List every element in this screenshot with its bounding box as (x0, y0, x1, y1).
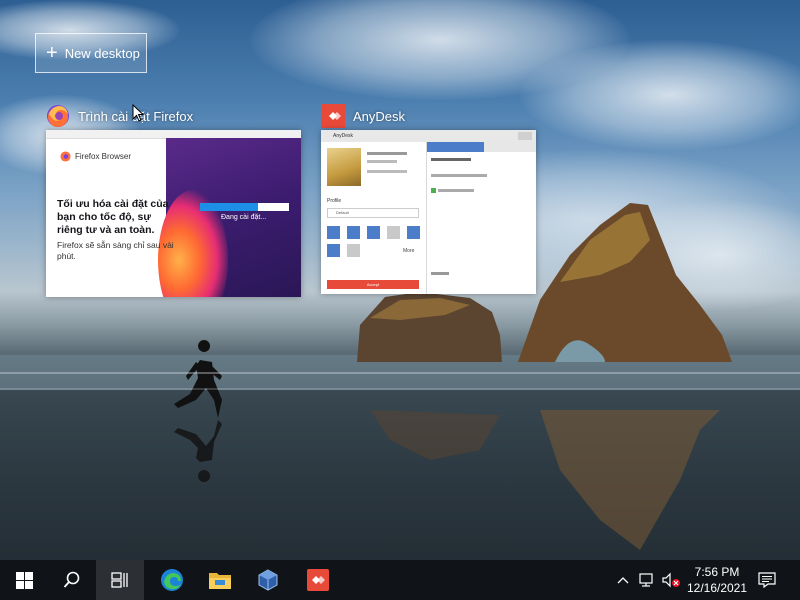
close-icon (518, 132, 532, 140)
taskbar-anydesk[interactable] (294, 560, 342, 600)
network-icon (639, 573, 653, 587)
window-thumbnail-firefox[interactable]: Firefox Browser Tối ưu hóa cài đặt của b… (46, 130, 301, 297)
install-progress-bar (200, 203, 289, 211)
window-card-title: AnyDesk (321, 102, 405, 130)
permission-privacy-icon (347, 244, 360, 257)
search-icon (63, 571, 80, 588)
thumbnail-window-title: AnyDesk (333, 133, 354, 139)
profile-label: Profile (327, 198, 342, 204)
placeholder-text (431, 174, 487, 177)
start-button[interactable] (0, 560, 48, 600)
volume-muted-icon (662, 572, 680, 588)
permission-keyboard-icon (347, 226, 360, 239)
notification-icon (758, 572, 776, 588)
window-thumbnail-anydesk[interactable]: AnyDesk Profile Default More Accept (321, 130, 536, 294)
placeholder-text (367, 152, 407, 155)
clock-time: 7:56 PM (694, 565, 740, 579)
placeholder-text (431, 272, 449, 275)
anydesk-right-pane (427, 142, 536, 294)
wave-line (0, 388, 800, 390)
task-view-button[interactable] (96, 560, 144, 600)
firefox-brand-label: Firefox Browser (75, 152, 132, 161)
check-icon (431, 188, 436, 193)
more-label: More (403, 248, 415, 254)
firefox-brand: Firefox Browser (60, 151, 131, 162)
placeholder-text (438, 189, 474, 192)
taskbar-edge[interactable] (148, 560, 196, 600)
action-center-button[interactable] (754, 560, 780, 600)
windows-logo-icon (15, 571, 33, 589)
task-view-icon (111, 572, 128, 588)
clock-date: 12/16/2021 (686, 581, 748, 595)
window-title-anydesk: AnyDesk (353, 108, 406, 124)
taskbar: 7:56 PM 12/16/2021 (0, 560, 800, 600)
installer-heading: Tối ưu hóa cài đặt của bạn cho tốc độ, s… (57, 198, 169, 236)
edge-icon (161, 569, 183, 591)
permission-file-icon (407, 226, 420, 239)
placeholder-text (367, 170, 407, 173)
accept-button: Accept (327, 280, 419, 289)
taskbar-virtualbox[interactable] (244, 560, 292, 600)
install-progress-label: Đang cài đặt... (221, 214, 267, 221)
install-progress-fill (200, 203, 258, 211)
placeholder-text (367, 160, 397, 163)
profile-select: Default (327, 208, 419, 218)
remote-avatar-image (327, 148, 361, 186)
window-card-title: Trình cài đặt Firefox (46, 102, 193, 130)
tray-show-hidden[interactable] (614, 560, 632, 600)
virtualbox-icon (258, 569, 278, 591)
anydesk-left-pane: Profile Default More Accept (321, 142, 427, 294)
firefox-logo-icon (60, 151, 71, 162)
thumbnail-titlebar: AnyDesk (321, 130, 536, 142)
permission-lock-icon (387, 226, 400, 239)
new-desktop-label: New desktop (64, 45, 140, 61)
plus-icon: + (46, 42, 58, 64)
permission-draw-icon (327, 244, 340, 257)
right-pane-tab (484, 142, 536, 152)
taskbar-file-explorer[interactable] (196, 560, 244, 600)
wave-line (0, 372, 800, 374)
mouse-cursor-icon (132, 104, 144, 122)
tray-network[interactable] (636, 560, 658, 600)
firefox-icon (47, 105, 69, 127)
installer-subtext: Firefox sẽ sẵn sàng chỉ sau vài phút. (57, 240, 174, 261)
taskbar-clock[interactable]: 7:56 PM 12/16/2021 (682, 560, 752, 600)
permission-clipboard-icon (367, 226, 380, 239)
new-desktop-button[interactable]: + New desktop (35, 33, 147, 73)
tray-volume[interactable] (660, 560, 682, 600)
file-explorer-icon (209, 573, 231, 589)
anydesk-icon (321, 104, 345, 128)
permission-audio-icon (327, 226, 340, 239)
placeholder-text (431, 158, 471, 161)
anydesk-icon (307, 569, 329, 591)
search-button[interactable] (48, 560, 96, 600)
chevron-up-icon (617, 577, 629, 584)
